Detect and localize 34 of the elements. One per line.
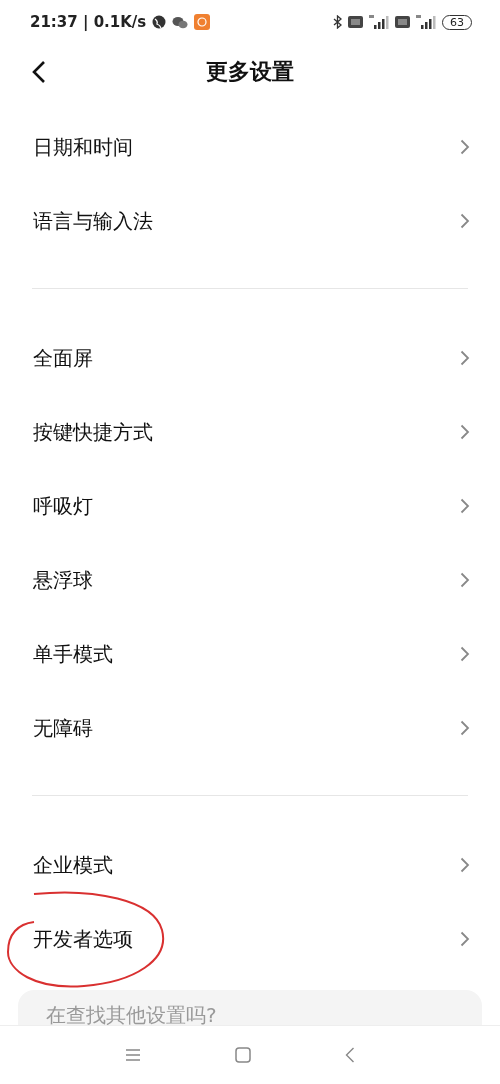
hd-icon (395, 16, 410, 28)
status-time: 21:37 | 0.1K/s (30, 13, 147, 31)
settings-item[interactable]: 日期和时间 (0, 110, 500, 184)
chevron-icon (460, 931, 470, 947)
settings-item[interactable]: 单手模式 (0, 617, 500, 691)
settings-item[interactable]: 企业模式 (0, 828, 500, 902)
chevron-icon (460, 139, 470, 155)
chevron-icon (460, 424, 470, 440)
back-icon (32, 61, 46, 83)
menu-icon (125, 1048, 141, 1062)
chevron-icon (460, 572, 470, 588)
settings-item[interactable]: 全面屏 (0, 321, 500, 395)
signal-icon (416, 15, 436, 29)
chevron-icon (460, 720, 470, 736)
settings-item[interactable]: 按键快捷方式 (0, 395, 500, 469)
chevron-icon (460, 350, 470, 366)
chat-icon (172, 15, 189, 29)
square-icon (235, 1047, 251, 1063)
settings-item[interactable]: 无障碍 (0, 691, 500, 765)
chevron-icon (460, 646, 470, 662)
chevron-icon (460, 857, 470, 873)
card-heading: 在查找其他设置吗? (46, 1002, 218, 1025)
signal-icon (369, 15, 389, 29)
bluetooth-icon (333, 15, 342, 29)
chevron-icon (460, 498, 470, 514)
settings-item[interactable]: 开发者选项 (0, 902, 500, 976)
settings-item[interactable]: 悬浮球 (0, 543, 500, 617)
chevron-icon (460, 213, 470, 229)
page-title: 更多设置 (205, 58, 295, 86)
back-icon (345, 1047, 355, 1063)
app-icon (194, 14, 211, 30)
hd-icon (348, 16, 363, 28)
settings-item[interactable]: 语言与输入法 (0, 184, 500, 258)
settings-item[interactable]: 呼吸灯 (0, 469, 500, 543)
